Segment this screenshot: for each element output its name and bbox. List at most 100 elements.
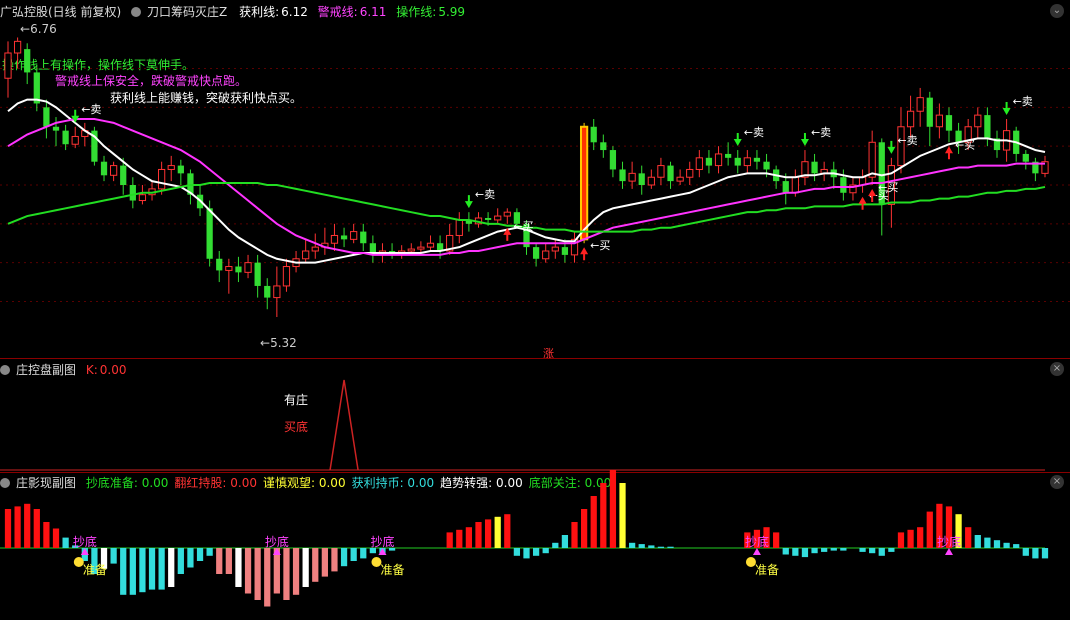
candle-body	[657, 165, 665, 178]
sell-arrow-icon	[887, 140, 896, 154]
sell-arrow-icon	[733, 133, 742, 147]
candle-body	[590, 126, 597, 143]
candle-body	[551, 246, 559, 252]
candle-body	[225, 266, 233, 271]
candle-body	[71, 135, 79, 145]
candle-body	[52, 126, 60, 131]
candle-body	[158, 168, 166, 190]
sub-bar	[206, 548, 213, 556]
time-axis	[0, 612, 1070, 620]
sub-bar	[139, 548, 146, 593]
sub-bar	[1041, 548, 1049, 559]
candle-body	[503, 211, 511, 217]
candle-body	[330, 234, 339, 244]
sub-bar	[1022, 548, 1029, 556]
buy-arrow-icon	[944, 146, 953, 160]
sub-bar	[869, 548, 876, 554]
sub-bar	[110, 548, 117, 564]
sub-bar	[52, 528, 60, 548]
sub-bar	[667, 546, 674, 548]
sub-bar	[821, 548, 828, 552]
sub-bar	[24, 503, 31, 548]
candle-body	[311, 246, 319, 252]
candle-body	[638, 173, 645, 185]
sub-bar	[1003, 542, 1010, 548]
sub-bar	[187, 548, 194, 568]
sub-bar	[859, 548, 866, 552]
sub-bar	[965, 527, 972, 548]
sub-bar	[590, 496, 597, 548]
sub-bar	[552, 542, 559, 548]
candle-body	[542, 250, 550, 260]
sub-bar	[561, 535, 569, 548]
candle-body	[407, 248, 415, 252]
candle-body	[100, 161, 108, 176]
candle-body	[350, 231, 358, 240]
candle-body	[609, 150, 617, 170]
sub-bar	[907, 529, 914, 548]
chaodi-label: 抄底	[370, 534, 394, 549]
buy-label: ←买	[590, 239, 610, 252]
sub-bar	[638, 544, 645, 548]
sub-bar	[321, 548, 328, 577]
candle-body	[273, 285, 281, 299]
sub-bar	[917, 527, 924, 548]
sub-bar	[484, 519, 492, 548]
sub-bar	[43, 522, 50, 548]
candle-body	[1022, 153, 1029, 162]
sub-bar	[830, 548, 837, 551]
candle-body	[647, 176, 655, 186]
sub-bar	[1013, 544, 1020, 548]
candle-body	[561, 247, 569, 255]
sub-bar	[974, 535, 981, 548]
candle-body	[906, 110, 915, 128]
sub-bar	[148, 548, 156, 590]
sub-bar	[33, 509, 40, 548]
candle-body	[417, 246, 425, 250]
candle-body	[494, 215, 502, 221]
chaodi-triangle-icon	[944, 548, 953, 555]
sell-label: ←卖	[744, 126, 764, 139]
sub-bar	[62, 537, 69, 548]
candle-body	[676, 176, 684, 182]
candle-body	[62, 130, 69, 145]
sub-bar	[244, 548, 252, 594]
buy-label: ←买	[955, 138, 975, 151]
sub-bar	[292, 548, 300, 595]
sub-bar	[600, 483, 607, 548]
chaodi-triangle-icon	[752, 548, 761, 555]
candle-body	[734, 157, 741, 166]
candle-body	[340, 235, 348, 240]
candle-body	[129, 185, 136, 201]
chart-canvas[interactable]: ←买←买←买←买←买←卖←卖←卖 ←卖←卖←卖抄底准备抄底 抄底准备抄底准备抄底	[0, 0, 1070, 612]
candle-body	[426, 242, 435, 248]
sub-bar	[360, 548, 367, 559]
candle-body	[984, 115, 991, 139]
candle-body	[138, 194, 147, 202]
sub-bar	[465, 527, 473, 548]
sub-bar	[4, 509, 12, 548]
chaodi-label: 抄底	[265, 534, 289, 549]
candle-body	[628, 172, 636, 182]
candle-body	[667, 165, 674, 182]
sub-bar	[878, 548, 885, 556]
sell-arrow-icon	[464, 195, 473, 209]
sub-bar	[235, 548, 242, 587]
sub-bar	[350, 548, 357, 561]
candle-body	[974, 114, 982, 128]
sub-bar	[513, 548, 521, 556]
k-spike	[329, 379, 359, 471]
zhunbei-label: 准备	[755, 563, 779, 577]
sub-bar	[993, 540, 1001, 548]
candle-body	[600, 142, 607, 151]
candle-body	[619, 169, 626, 182]
candle-body	[264, 285, 271, 298]
sub-bar	[532, 548, 540, 556]
candle-body	[714, 153, 723, 167]
sub-bar	[504, 514, 511, 548]
candle-body	[935, 114, 944, 128]
candle-body	[120, 165, 127, 185]
sub-bar	[14, 506, 21, 548]
sub-bar	[475, 522, 482, 548]
candle-body	[484, 218, 492, 220]
